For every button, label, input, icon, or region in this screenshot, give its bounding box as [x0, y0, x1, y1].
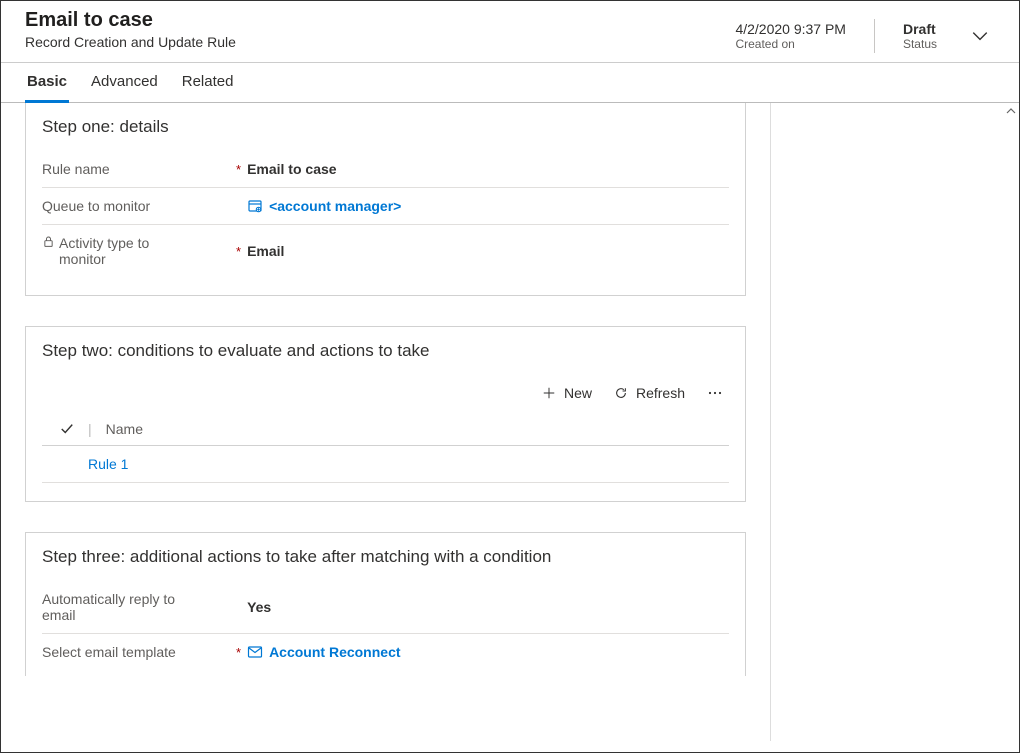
- select-all-checkmark[interactable]: [60, 422, 74, 436]
- step-two-title: Step two: conditions to evaluate and act…: [42, 341, 729, 361]
- tab-advanced[interactable]: Advanced: [89, 73, 160, 103]
- page-header: Email to case Record Creation and Update…: [1, 1, 1019, 63]
- queue-label: Queue to monitor: [42, 198, 150, 214]
- header-divider: [874, 19, 875, 53]
- grid-toolbar: New Refresh: [42, 375, 729, 415]
- page-subtitle: Record Creation and Update Rule: [25, 34, 236, 50]
- grid-header: | Name: [42, 415, 729, 446]
- scroll-up-icon: [1005, 105, 1017, 117]
- created-on-block: 4/2/2020 9:37 PM Created on: [735, 21, 846, 51]
- status-block: Draft Status: [903, 21, 937, 51]
- checkmark-icon: [60, 422, 74, 436]
- lock-icon: [42, 235, 55, 248]
- more-commands-button[interactable]: [707, 385, 723, 401]
- expand-header-button[interactable]: [965, 21, 995, 51]
- rule-name-label: Rule name: [42, 161, 110, 177]
- step-two-section: Step two: conditions to evaluate and act…: [25, 326, 746, 502]
- step-three-title: Step three: additional actions to take a…: [42, 547, 729, 567]
- rule-link[interactable]: Rule 1: [88, 456, 128, 472]
- refresh-icon: [614, 386, 628, 400]
- created-on-value: 4/2/2020 9:37 PM: [735, 21, 846, 37]
- header-right: 4/2/2020 9:37 PM Created on Draft Status: [735, 19, 995, 53]
- header-left: Email to case Record Creation and Update…: [25, 9, 236, 62]
- required-indicator: *: [236, 645, 241, 660]
- step-one-section: Step one: details Rule name * Email to c…: [25, 103, 746, 296]
- new-button-label: New: [564, 385, 592, 401]
- queue-icon: [247, 198, 263, 214]
- scroll-up-indicator[interactable]: [1005, 105, 1017, 117]
- auto-reply-value[interactable]: Yes: [247, 599, 729, 615]
- email-template-icon: [247, 644, 263, 660]
- queue-value[interactable]: <account manager>: [247, 198, 729, 214]
- step-three-section: Step three: additional actions to take a…: [25, 532, 746, 676]
- status-value: Draft: [903, 21, 937, 37]
- rule-name-value[interactable]: Email to case: [247, 161, 729, 177]
- refresh-button-label: Refresh: [636, 385, 685, 401]
- new-button[interactable]: New: [542, 385, 592, 401]
- page-title: Email to case: [25, 9, 236, 32]
- more-icon: [707, 385, 723, 401]
- required-indicator: *: [236, 244, 241, 259]
- refresh-button[interactable]: Refresh: [614, 385, 685, 401]
- right-pane: [771, 103, 1019, 741]
- email-template-value[interactable]: Account Reconnect: [247, 644, 729, 660]
- created-on-label: Created on: [735, 37, 846, 51]
- activity-type-value: Email: [247, 243, 729, 259]
- status-label: Status: [903, 37, 937, 51]
- activity-type-label: Activity type to monitor: [59, 235, 189, 267]
- tab-basic[interactable]: Basic: [25, 73, 69, 103]
- field-row-rule-name[interactable]: Rule name * Email to case: [42, 151, 729, 188]
- queue-link-text: <account manager>: [269, 198, 401, 214]
- chevron-down-icon: [971, 27, 989, 45]
- tab-bar: Basic Advanced Related: [1, 63, 1019, 103]
- step-one-title: Step one: details: [42, 117, 729, 137]
- auto-reply-label: Automatically reply to email: [42, 591, 202, 623]
- grid-row[interactable]: Rule 1: [42, 446, 729, 483]
- field-row-activity-type: Activity type to monitor * Email: [42, 225, 729, 277]
- plus-icon: [542, 386, 556, 400]
- tab-related[interactable]: Related: [180, 73, 236, 103]
- field-row-email-template[interactable]: Select email template * Account Reconnec…: [42, 634, 729, 670]
- main-content: Step one: details Rule name * Email to c…: [1, 103, 771, 741]
- email-template-label: Select email template: [42, 644, 176, 660]
- field-row-queue[interactable]: Queue to monitor * <account manager>: [42, 188, 729, 225]
- grid-column-name[interactable]: Name: [106, 421, 143, 437]
- email-template-link-text: Account Reconnect: [269, 644, 400, 660]
- field-row-auto-reply[interactable]: Automatically reply to email * Yes: [42, 581, 729, 634]
- required-indicator: *: [236, 162, 241, 177]
